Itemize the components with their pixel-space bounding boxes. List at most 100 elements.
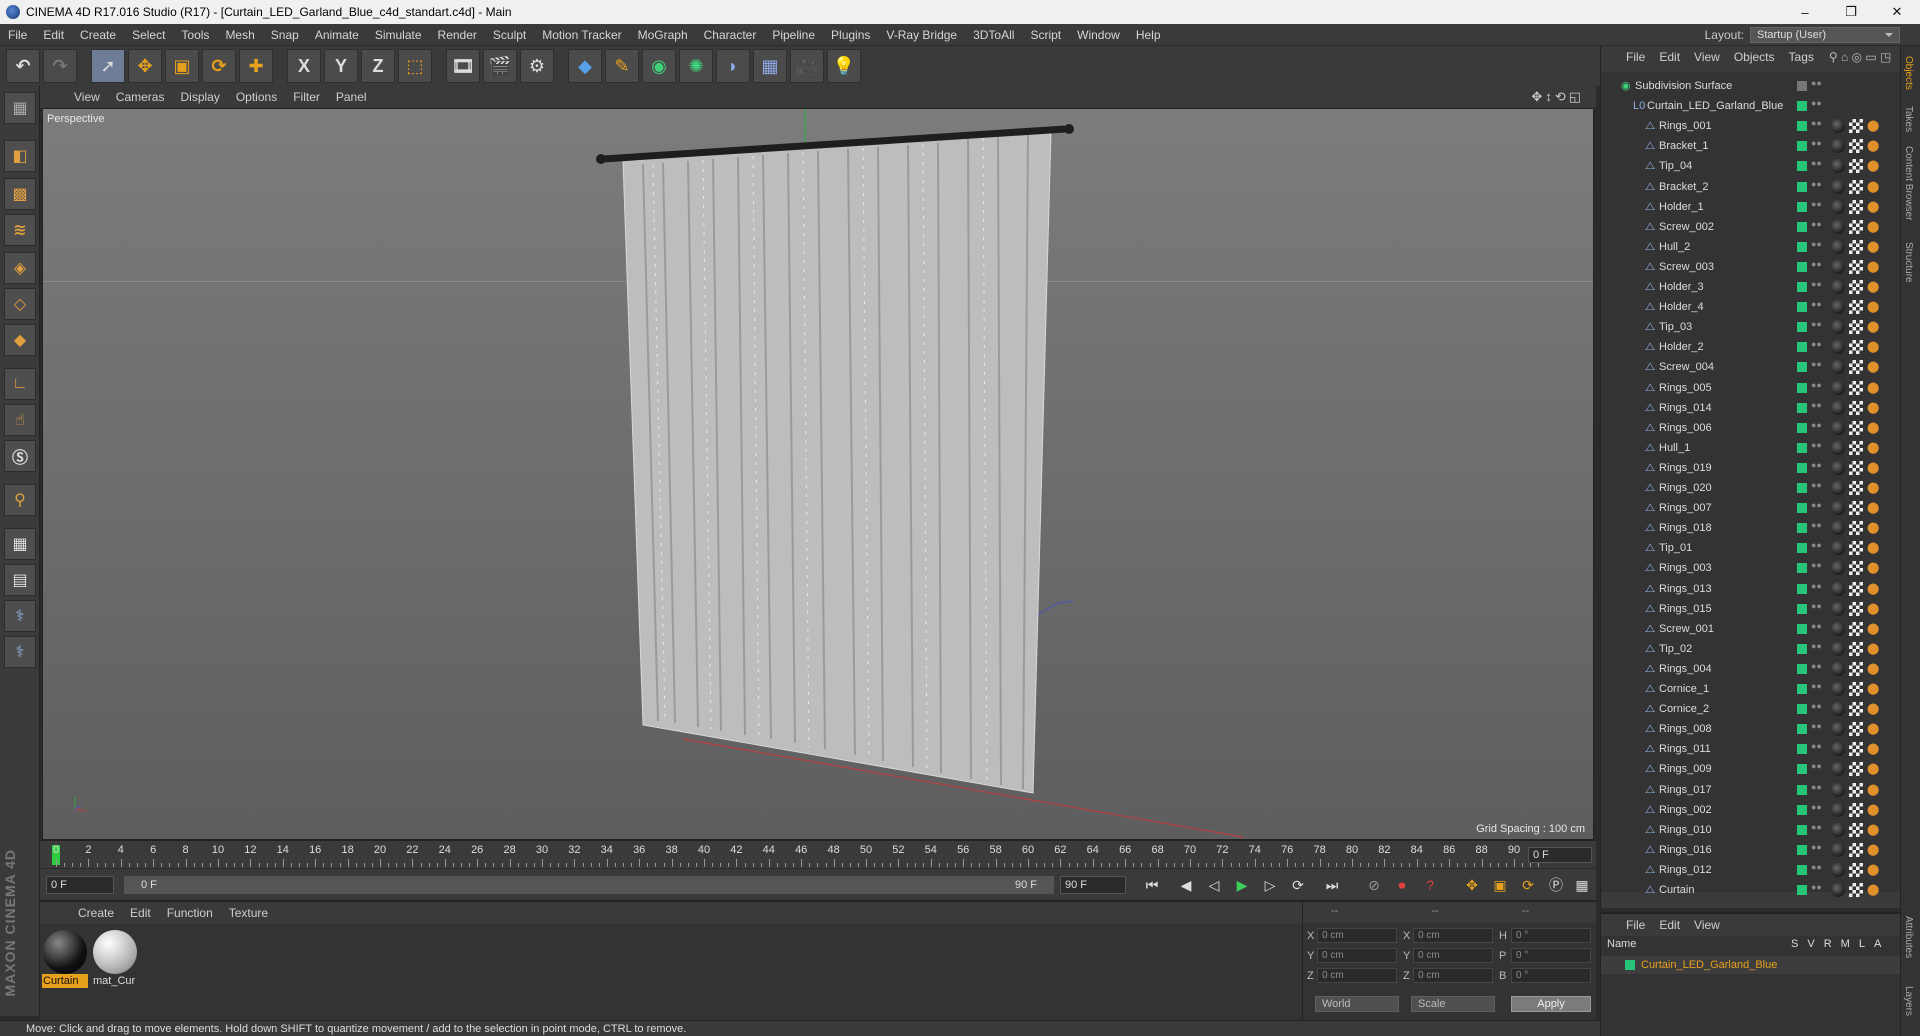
- texture-tag-icon[interactable]: [1849, 179, 1863, 194]
- phong-tag-icon[interactable]: ⬤: [1867, 602, 1879, 616]
- visibility-dots-icon[interactable]: ●●: [1811, 822, 1822, 836]
- visibility-dots-icon[interactable]: ●●: [1811, 501, 1822, 514]
- end-frame-field[interactable]: 90 F: [1060, 876, 1126, 894]
- material-curtain[interactable]: Curtain: [42, 930, 88, 988]
- material-tag-icon[interactable]: [1831, 179, 1845, 194]
- layer-color-icon[interactable]: [1797, 844, 1807, 855]
- layer-color-icon[interactable]: [1797, 422, 1807, 433]
- material-tag-icon[interactable]: [1831, 400, 1845, 415]
- phong-tag-icon[interactable]: ⬤: [1867, 803, 1879, 817]
- visibility-dots-icon[interactable]: ●●: [1811, 541, 1822, 554]
- menu-snap[interactable]: Snap: [263, 24, 307, 46]
- texture-tag-icon[interactable]: [1849, 883, 1863, 897]
- object-row[interactable]: ⧍ Tip_04 ●● ⬤: [1601, 156, 1891, 176]
- material-menu-edit[interactable]: Edit: [122, 906, 159, 920]
- record-keyframe-icon[interactable]: ⏺: [1390, 873, 1414, 897]
- phong-tag-icon[interactable]: ⬤: [1867, 139, 1879, 153]
- texture-tag-icon[interactable]: [1849, 219, 1863, 234]
- texture-tag-icon[interactable]: [1849, 380, 1863, 395]
- coordinate-space-dropdown[interactable]: World: [1315, 996, 1399, 1012]
- layer-color-icon[interactable]: [1797, 201, 1807, 212]
- material-tag-icon[interactable]: [1831, 239, 1845, 254]
- texture-tag-icon[interactable]: [1849, 440, 1863, 455]
- layer-color-icon[interactable]: [1797, 261, 1807, 272]
- menu-script[interactable]: Script: [1022, 24, 1069, 46]
- object-row[interactable]: ⧍ Screw_001 ●● ⬤: [1601, 619, 1891, 639]
- material-tag-icon[interactable]: [1831, 199, 1845, 214]
- visibility-dots-icon[interactable]: ●●: [1811, 79, 1822, 92]
- visibility-dots-icon[interactable]: ●●: [1811, 320, 1822, 333]
- phong-tag-icon[interactable]: ⬤: [1867, 561, 1879, 575]
- close-button[interactable]: ✕: [1874, 0, 1920, 24]
- texture-tag-icon[interactable]: [1849, 340, 1863, 355]
- make-editable-icon[interactable]: ▦: [4, 92, 36, 124]
- object-row[interactable]: ⧍ Screw_003 ●● ⬤: [1601, 257, 1891, 277]
- texture-tag-icon[interactable]: [1849, 501, 1863, 516]
- phong-tag-icon[interactable]: ⬤: [1867, 401, 1879, 415]
- layout-dropdown[interactable]: Startup (User): [1750, 27, 1900, 43]
- material-tag-icon[interactable]: [1831, 762, 1845, 777]
- object-row[interactable]: ⧍ Rings_005 ●● ⬤: [1601, 378, 1891, 398]
- size-z-field[interactable]: 0 cm: [1413, 968, 1493, 983]
- snap-icon[interactable]: ⚲: [4, 484, 36, 516]
- material-tag-icon[interactable]: [1831, 822, 1845, 837]
- layer-color-icon[interactable]: [1797, 784, 1807, 795]
- minimize-button[interactable]: –: [1782, 0, 1828, 24]
- lock-workplane-icon[interactable]: ▦: [4, 528, 36, 560]
- cube-primitive-icon[interactable]: ◆: [568, 49, 602, 83]
- material-tag-icon[interactable]: [1831, 300, 1845, 315]
- object-row[interactable]: ⧍ Rings_001 ●● ⬤: [1601, 116, 1891, 136]
- visibility-dots-icon[interactable]: ●●: [1811, 139, 1822, 152]
- layer-color-icon[interactable]: [1797, 402, 1807, 413]
- layer-color-icon[interactable]: [1797, 462, 1807, 473]
- texture-tag-icon[interactable]: [1849, 320, 1863, 335]
- layer-color-icon[interactable]: [1797, 563, 1807, 574]
- object-list[interactable]: ◉ Subdivision Surface ●● L0 Curtain_LED_Garl…: [1601, 72, 1901, 897]
- phong-tag-icon[interactable]: ⬤: [1867, 119, 1879, 133]
- visibility-dots-icon[interactable]: ●●: [1811, 641, 1822, 655]
- visibility-dots-icon[interactable]: ●●: [1811, 782, 1822, 796]
- layer-color-icon[interactable]: [1797, 663, 1807, 674]
- visibility-dots-icon[interactable]: ●●: [1811, 300, 1822, 313]
- perspective-viewport[interactable]: Perspective Grid Spacing : 100 cm: [42, 108, 1594, 840]
- visibility-dots-icon[interactable]: ●●: [1811, 460, 1822, 474]
- object-row[interactable]: ⧍ Screw_002 ●● ⬤: [1601, 217, 1891, 237]
- phong-tag-icon[interactable]: ⬤: [1867, 622, 1879, 636]
- current-frame-field[interactable]: 0 F: [1528, 847, 1592, 863]
- material-menu-function[interactable]: Function: [159, 906, 221, 920]
- play-icon[interactable]: ▶: [1230, 873, 1254, 897]
- menu-character[interactable]: Character: [696, 24, 765, 46]
- phong-tag-icon[interactable]: ⬤: [1867, 300, 1879, 314]
- visibility-dots-icon[interactable]: ●●: [1811, 400, 1822, 414]
- render-picture-icon[interactable]: 🎬: [483, 49, 517, 83]
- layer-color-icon[interactable]: [1797, 442, 1807, 453]
- object-row[interactable]: ⧍ Curtain ●● ⬤: [1601, 880, 1891, 900]
- layer-color-icon[interactable]: [1797, 864, 1807, 875]
- material-tag-icon[interactable]: [1831, 481, 1845, 495]
- viewport-menu-view[interactable]: View: [66, 90, 108, 104]
- move-icon[interactable]: ✥: [128, 49, 162, 83]
- menu-edit[interactable]: Edit: [35, 24, 72, 46]
- texture-tag-icon[interactable]: [1849, 782, 1863, 797]
- go-to-start-icon[interactable]: ⏮: [1140, 873, 1164, 897]
- material-mat-cur[interactable]: mat_Cur: [92, 930, 138, 988]
- texture-tag-icon[interactable]: [1849, 842, 1863, 857]
- phong-tag-icon[interactable]: ⬤: [1867, 883, 1879, 897]
- object-row[interactable]: ⧍ Rings_008 ●● ⬤: [1601, 719, 1891, 739]
- visibility-dots-icon[interactable]: ●●: [1811, 440, 1822, 454]
- material-tag-icon[interactable]: [1831, 702, 1845, 717]
- phong-tag-icon[interactable]: ⬤: [1867, 481, 1879, 495]
- apply-button[interactable]: Apply: [1511, 996, 1591, 1012]
- layer-color-icon[interactable]: [1797, 241, 1807, 252]
- start-frame-field[interactable]: 0 F: [46, 876, 114, 894]
- texture-tag-icon[interactable]: [1849, 621, 1863, 636]
- layer-color-icon[interactable]: [1797, 362, 1807, 373]
- phong-tag-icon[interactable]: ⬤: [1867, 582, 1879, 596]
- layer-color-icon[interactable]: [1797, 483, 1807, 493]
- visibility-dots-icon[interactable]: ●●: [1811, 521, 1822, 534]
- phong-tag-icon[interactable]: ⬤: [1867, 762, 1879, 776]
- viewport-menu-display[interactable]: Display: [172, 90, 227, 104]
- texture-tag-icon[interactable]: [1849, 641, 1863, 656]
- visibility-dots-icon[interactable]: ●●: [1811, 159, 1822, 172]
- layer-color-icon[interactable]: [1797, 684, 1807, 694]
